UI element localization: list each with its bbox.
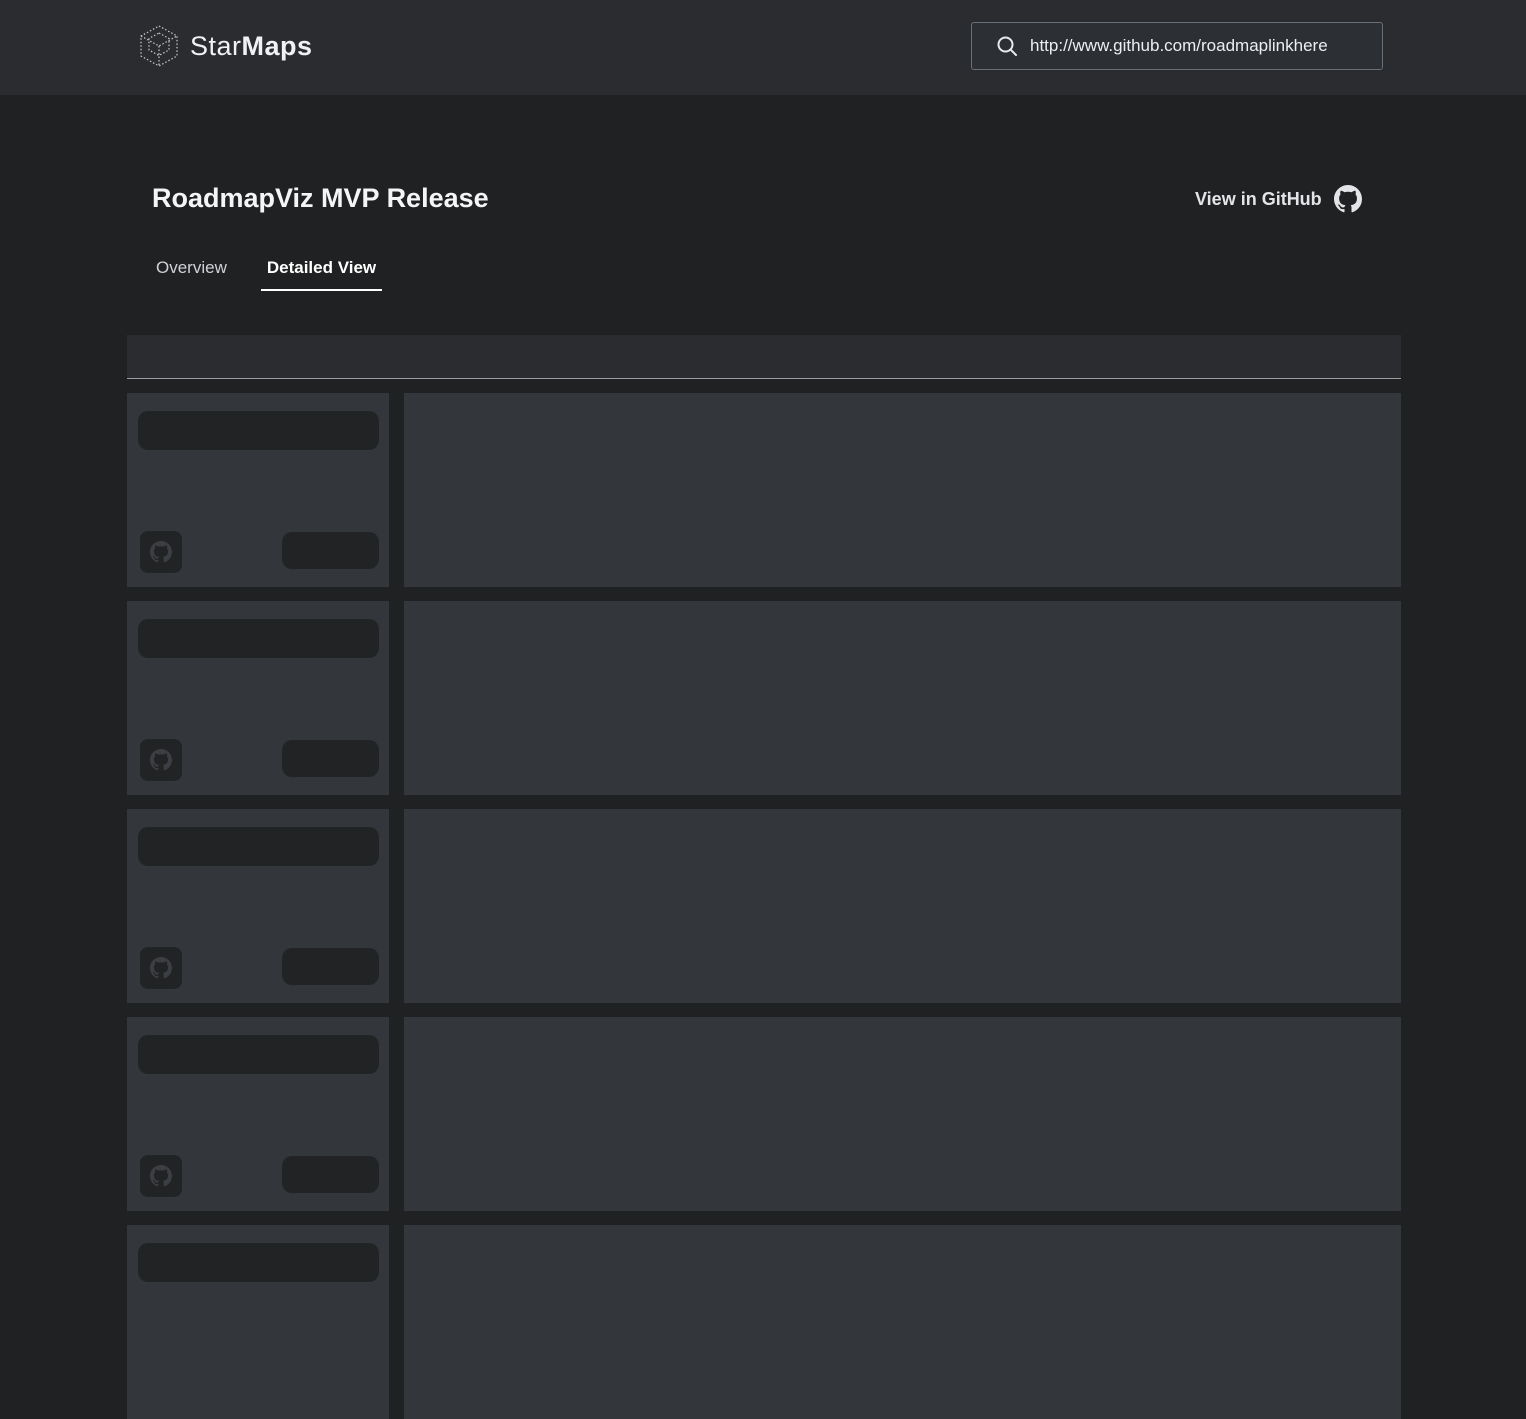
issue-card-skeleton[interactable]: [127, 601, 389, 795]
status-pill-placeholder: [282, 532, 379, 569]
timeline-lane: [404, 1225, 1401, 1419]
view-in-github-label: View in GitHub: [1195, 188, 1322, 209]
top-navbar: StarMaps: [0, 0, 1526, 95]
title-placeholder: [138, 1243, 379, 1282]
timeline-lane: [404, 809, 1401, 1003]
github-button[interactable]: [140, 531, 182, 573]
github-button[interactable]: [140, 1155, 182, 1197]
github-icon: [150, 749, 172, 771]
status-pill-placeholder: [282, 740, 379, 777]
github-icon: [150, 541, 172, 563]
timeline-lane: [404, 393, 1401, 587]
github-icon: [150, 957, 172, 979]
logo-text-light: Star: [190, 30, 242, 61]
github-icon: [1333, 185, 1362, 213]
view-in-github-link[interactable]: View in GitHub: [1195, 184, 1362, 214]
roadmap-row: [127, 1017, 1401, 1211]
github-button[interactable]: [140, 739, 182, 781]
title-placeholder: [138, 827, 379, 866]
issue-card-skeleton[interactable]: [127, 1225, 389, 1419]
page-title: RoadmapViz MVP Release: [152, 183, 489, 213]
title-placeholder: [138, 1035, 379, 1074]
github-button[interactable]: [140, 947, 182, 989]
tab-detailed-view[interactable]: Detailed View: [260, 252, 383, 292]
view-tabs: Overview Detailed View: [146, 252, 398, 292]
roadmap-row: [127, 1225, 1401, 1419]
timeline-header: [127, 335, 1401, 379]
roadmap-row: [127, 809, 1401, 1003]
starmaps-logo[interactable]: StarMaps: [137, 23, 313, 69]
github-icon: [150, 1165, 172, 1187]
issue-card-skeleton[interactable]: [127, 393, 389, 587]
tab-overview[interactable]: Overview: [146, 252, 237, 292]
issue-card-skeleton[interactable]: [127, 809, 389, 1003]
status-pill-placeholder: [282, 948, 379, 985]
timeline-lane: [404, 601, 1401, 795]
search-icon: [997, 36, 1017, 56]
issue-card-skeleton[interactable]: [127, 1017, 389, 1211]
roadmap-row: [127, 393, 1401, 587]
cube-logo-icon: [140, 25, 178, 67]
repo-url-search[interactable]: [971, 22, 1383, 70]
search-input[interactable]: [1030, 36, 1382, 56]
title-placeholder: [138, 619, 379, 658]
logo-wordmark: StarMaps: [190, 31, 313, 62]
logo-text-bold: Maps: [241, 30, 313, 61]
title-placeholder: [138, 411, 379, 450]
timeline-lane: [404, 1017, 1401, 1211]
status-pill-placeholder: [282, 1156, 379, 1193]
roadmap-row: [127, 601, 1401, 795]
